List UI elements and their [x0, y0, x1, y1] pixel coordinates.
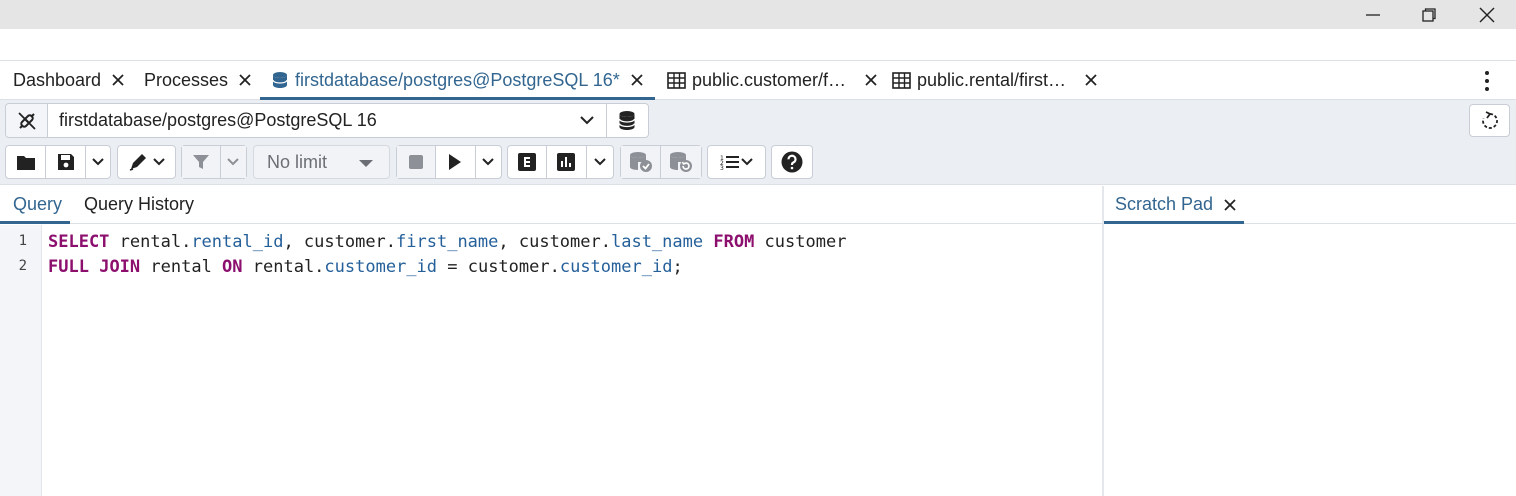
save-icon — [57, 154, 74, 170]
minimize-button[interactable] — [1350, 0, 1396, 29]
tab-customer-table[interactable]: public.customer/f… — [667, 61, 878, 99]
help-button[interactable] — [772, 146, 812, 178]
tab-query-history[interactable]: Query History — [84, 186, 194, 223]
file-button-group — [5, 145, 111, 179]
tab-label: Processes — [144, 69, 229, 90]
tab-label: Dashboard — [13, 69, 102, 90]
explain-button-group — [507, 145, 614, 179]
open-file-button[interactable] — [6, 146, 46, 178]
chevron-down-icon — [482, 158, 494, 166]
stop-icon — [409, 155, 424, 169]
maximize-button[interactable] — [1406, 0, 1452, 29]
chevron-down-icon — [594, 158, 606, 166]
tab-query-tool[interactable]: firstdatabase/postgres@PostgreSQL 16* — [260, 61, 655, 100]
query-panel-tabs: Query Query History — [0, 186, 1102, 224]
filter-button[interactable] — [182, 146, 221, 178]
sql-editor[interactable]: 1 2 SELECT rental.rental_id, customer.fi… — [0, 225, 1102, 496]
chevron-down-icon[interactable] — [567, 104, 607, 137]
menu-strip — [0, 29, 1516, 61]
execute-button[interactable] — [436, 146, 476, 178]
close-window-button[interactable] — [1464, 0, 1510, 29]
list-icon: 123 — [720, 155, 753, 170]
connection-selector[interactable]: firstdatabase/postgres@PostgreSQL 16 — [5, 103, 649, 138]
filter-button-group — [181, 145, 247, 179]
macros-button-group: 123 — [707, 145, 766, 179]
stop-button[interactable] — [397, 146, 437, 178]
tab-processes[interactable]: Processes — [144, 61, 252, 99]
scratch-pad-editor[interactable] — [1104, 225, 1516, 496]
reset-layout-button[interactable] — [1469, 104, 1510, 137]
explain-analyze-button[interactable] — [547, 146, 587, 178]
bar-chart-icon — [557, 153, 576, 171]
tab-scratch-pad[interactable]: Scratch Pad — [1104, 186, 1244, 224]
play-icon — [449, 154, 462, 170]
filter-options-button[interactable] — [220, 146, 246, 178]
row-limit-select[interactable]: No limit — [253, 145, 390, 179]
line-number-gutter: 1 2 — [0, 225, 42, 496]
close-icon[interactable] — [1084, 73, 1098, 87]
window-titlebar — [0, 0, 1516, 29]
rollback-button[interactable] — [661, 146, 701, 178]
tab-query[interactable]: Query — [13, 186, 62, 223]
connection-status-icon[interactable] — [6, 104, 48, 137]
tab-label: public.customer/f… — [692, 69, 847, 90]
refresh-icon — [1481, 110, 1498, 129]
execute-options-button[interactable] — [476, 146, 502, 178]
commit-icon — [629, 152, 652, 172]
chevron-down-icon — [359, 160, 373, 167]
close-icon[interactable] — [864, 73, 878, 87]
row-limit-value: No limit — [267, 151, 328, 172]
query-toolbar: firstdatabase/postgres@PostgreSQL 16 No … — [0, 100, 1516, 185]
folder-icon — [16, 155, 35, 170]
new-connection-button[interactable] — [607, 104, 648, 137]
database-icon — [618, 110, 635, 130]
explain-icon — [518, 153, 537, 171]
commit-button[interactable] — [621, 146, 662, 178]
active-tab-indicator — [0, 221, 70, 224]
tab-rental-table[interactable]: public.rental/first… — [892, 61, 1098, 99]
tab-dashboard[interactable]: Dashboard — [13, 61, 125, 99]
explain-options-button[interactable] — [587, 146, 613, 178]
minimize-icon — [1366, 13, 1380, 16]
tab-label: firstdatabase/postgres@PostgreSQL 16* — [295, 69, 620, 90]
explain-button[interactable] — [508, 146, 548, 178]
tab-bar: Dashboard Processes firstdatabase/postgr… — [0, 61, 1516, 100]
close-icon[interactable] — [1223, 198, 1237, 212]
chevron-down-icon — [227, 158, 240, 166]
line-number: 1 — [18, 233, 27, 249]
close-icon[interactable] — [238, 73, 252, 87]
tab-label: public.rental/first… — [917, 69, 1067, 90]
table-icon — [667, 71, 686, 89]
more-menu-icon[interactable] — [1478, 71, 1496, 91]
pencil-icon — [129, 154, 165, 171]
restore-icon — [1422, 7, 1436, 22]
close-icon — [1479, 7, 1495, 22]
save-options-button[interactable] — [86, 146, 110, 178]
rollback-icon — [670, 152, 692, 172]
chevron-down-icon — [92, 158, 104, 166]
database-icon — [271, 71, 289, 89]
code-line: SELECT rental.rental_id, customer.first_… — [48, 232, 847, 252]
code-line: FULL JOIN rental ON rental.customer_id =… — [48, 257, 683, 277]
line-number: 2 — [18, 258, 27, 274]
close-icon[interactable] — [630, 73, 644, 87]
transaction-button-group — [620, 145, 702, 179]
scratch-pad-title: Scratch Pad — [1115, 194, 1214, 214]
filter-icon — [192, 155, 209, 169]
macros-button[interactable]: 123 — [708, 146, 765, 178]
help-icon — [781, 151, 803, 173]
help-button-group — [771, 145, 813, 179]
edit-button-group — [117, 145, 176, 179]
save-file-button[interactable] — [46, 146, 86, 178]
execute-button-group — [396, 145, 502, 179]
connection-value: firstdatabase/postgres@PostgreSQL 16 — [59, 110, 377, 130]
close-icon[interactable] — [111, 73, 125, 87]
scratch-pad-header: Scratch Pad — [1104, 186, 1516, 224]
svg-text:3: 3 — [720, 165, 724, 170]
table-icon — [892, 71, 911, 89]
edit-menu-button[interactable] — [118, 146, 175, 178]
